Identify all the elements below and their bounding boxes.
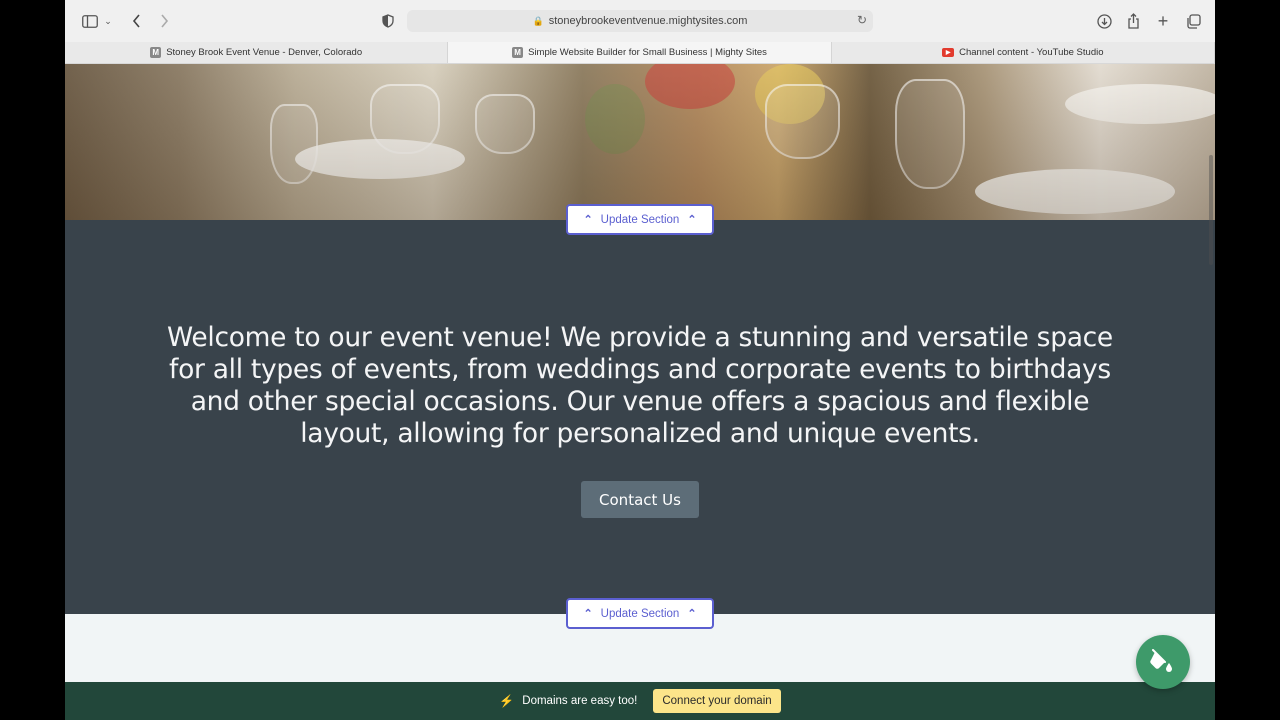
browser-toolbar: ⌄ 🔒 stoneybrookeventvenue.mightysites.co…	[65, 0, 1215, 42]
tab-overview-icon[interactable]	[1182, 10, 1204, 32]
tab-bar: M Stoney Brook Event Venue - Denver, Col…	[65, 42, 1215, 64]
paint-bucket-icon	[1150, 649, 1172, 672]
tab-youtube-studio[interactable]: ▶ Channel content - YouTube Studio	[832, 42, 1215, 63]
chevron-up-icon[interactable]: ⌃	[687, 607, 696, 620]
welcome-text: Welcome to our event venue! We provide a…	[167, 322, 1113, 449]
sidebar-toggle-icon[interactable]	[79, 10, 101, 32]
favicon-m-icon: M	[150, 47, 162, 58]
favicon-m-icon: M	[512, 47, 524, 58]
update-section-button[interactable]: ⌃ Update Section ⌃	[566, 598, 714, 629]
tab-title: Simple Website Builder for Small Busines…	[528, 47, 767, 58]
tab-stoney-brook[interactable]: M Stoney Brook Event Venue - Denver, Col…	[65, 42, 449, 63]
update-section-label: Update Section	[600, 607, 680, 620]
forward-arrow-icon[interactable]	[153, 10, 175, 32]
lightning-bolt-icon: ⚡	[499, 694, 515, 708]
tab-title: Stoney Brook Event Venue - Denver, Color…	[166, 47, 363, 58]
chevron-up-icon[interactable]: ⌃	[583, 607, 592, 620]
connect-domain-button[interactable]: Connect your domain	[653, 689, 781, 713]
share-icon[interactable]	[1122, 10, 1144, 32]
hero-image	[65, 64, 1215, 220]
chevron-up-icon[interactable]: ⌃	[583, 213, 592, 226]
paint-bucket-button[interactable]	[1136, 635, 1190, 689]
download-icon[interactable]	[1093, 10, 1115, 32]
tab-title: Channel content - YouTube Studio	[959, 47, 1104, 58]
browser-window: ⌄ 🔒 stoneybrookeventvenue.mightysites.co…	[65, 0, 1215, 720]
lock-icon: 🔒	[532, 15, 544, 26]
domain-banner: ⚡ Domains are easy too! Connect your dom…	[65, 682, 1215, 720]
tab-mighty-sites[interactable]: M Simple Website Builder for Small Busin…	[448, 42, 832, 63]
address-url: stoneybrookeventvenue.mightysites.com	[548, 15, 748, 27]
chevron-up-icon[interactable]: ⌃	[687, 213, 696, 226]
chevron-down-icon[interactable]: ⌄	[101, 10, 115, 32]
back-arrow-icon[interactable]	[125, 10, 147, 32]
reload-icon[interactable]: ↻	[857, 13, 867, 27]
update-section-label: Update Section	[600, 213, 680, 226]
welcome-section: Welcome to our event venue! We provide a…	[65, 220, 1215, 614]
scrollbar-thumb[interactable]	[1209, 155, 1213, 265]
youtube-icon: ▶	[942, 48, 955, 57]
address-bar[interactable]: 🔒 stoneybrookeventvenue.mightysites.com …	[407, 10, 873, 32]
new-tab-plus-icon[interactable]: +	[1152, 10, 1174, 32]
update-section-button[interactable]: ⌃ Update Section ⌃	[566, 204, 714, 235]
privacy-shield-icon[interactable]	[377, 10, 399, 32]
domain-banner-text: Domains are easy too!	[522, 695, 638, 707]
contact-us-button[interactable]: Contact Us	[581, 481, 699, 518]
